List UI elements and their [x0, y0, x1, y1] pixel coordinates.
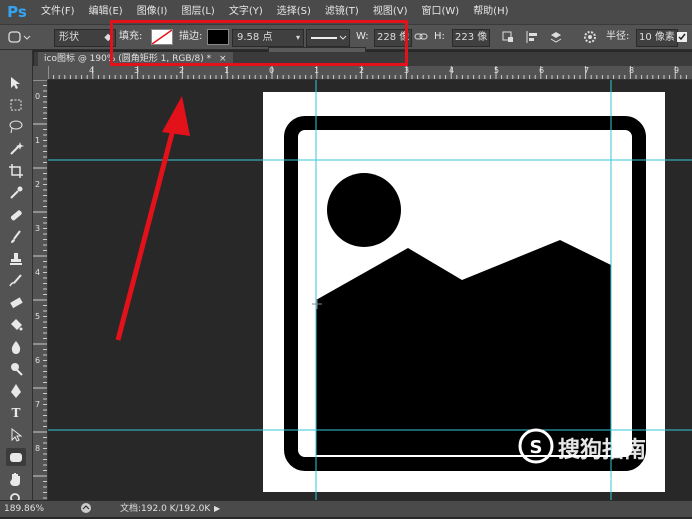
share-icon[interactable] — [80, 502, 92, 514]
menu-window[interactable]: 窗口(W) — [414, 0, 466, 24]
sogou-logo-icon: S — [518, 428, 554, 464]
document-size: 文档:192.0 K/192.0K — [120, 504, 211, 514]
path-operations-icon[interactable] — [500, 29, 516, 45]
ruler-label: 2 — [359, 66, 365, 75]
eraser-icon[interactable] — [6, 294, 26, 312]
ruler-label: 1 — [224, 66, 230, 75]
move-icon[interactable] — [6, 74, 26, 92]
radius-field[interactable]: 10 像素 — [636, 29, 678, 47]
ruler-ticks-h — [48, 66, 687, 79]
zoom-level[interactable]: 189.86% — [4, 502, 44, 516]
lasso-icon[interactable] — [6, 118, 26, 136]
ruler-label: 9 — [674, 66, 680, 75]
eyedropper-icon[interactable] — [6, 184, 26, 202]
rounded-rect-preset-icon — [8, 31, 31, 43]
watermark: S 搜狗指南 zhinan.sogou.com — [518, 428, 688, 494]
magic-wand-icon[interactable] — [6, 140, 26, 158]
red-arrow-head — [162, 96, 190, 136]
ruler-label: 4 — [449, 66, 455, 75]
highlight-box — [110, 20, 408, 66]
path-alignment-icon[interactable] — [524, 29, 540, 45]
ruler-label: 2 — [179, 66, 185, 75]
red-arrow-shaft — [115, 117, 179, 341]
tool-preset-picker[interactable] — [6, 29, 32, 45]
vertical-ruler[interactable]: 0 1 2 3 4 5 6 7 8 — [33, 80, 48, 500]
ruler-label: 6 — [35, 356, 41, 365]
ruler-label: 1 — [35, 136, 41, 145]
ruler-corner — [33, 66, 48, 80]
tools-panel: T — [0, 50, 33, 506]
height-field[interactable]: 223 像 — [452, 29, 490, 47]
gear-icon[interactable] — [582, 29, 598, 45]
mode-select-value: 形状 — [59, 32, 79, 43]
ruler-label: 4 — [35, 268, 41, 277]
horizontal-ruler[interactable]: 4 3 2 1 0 1 2 3 4 5 6 7 8 9 — [48, 66, 692, 80]
ruler-label: 3 — [35, 224, 41, 233]
menu-help[interactable]: 帮助(H) — [466, 0, 515, 24]
rounded-rect-icon[interactable] — [6, 448, 26, 466]
height-label: H: — [434, 31, 445, 42]
ruler-label: 6 — [539, 66, 545, 75]
radius-label: 半径: — [606, 31, 630, 42]
type-icon[interactable]: T — [6, 404, 26, 422]
brush-icon[interactable] — [6, 228, 26, 246]
photoshop-logo: Ps — [7, 3, 27, 21]
mode-select[interactable]: 形状 ◆ — [54, 29, 116, 47]
dodge-icon[interactable] — [6, 360, 26, 378]
align-edges-checkbox[interactable] — [676, 29, 690, 45]
checkbox-checked-icon — [677, 32, 687, 42]
ruler-label: 0 — [35, 92, 41, 101]
blur-icon[interactable] — [6, 338, 26, 356]
status-menu-icon[interactable]: ▶ — [214, 502, 220, 516]
ruler-label: 1 — [314, 66, 320, 75]
menu-file[interactable]: 文件(F) — [34, 0, 82, 24]
crop-icon[interactable] — [6, 162, 26, 180]
marquee-icon[interactable] — [6, 96, 26, 114]
sun-circle — [327, 173, 401, 247]
radius-value: 10 像素 — [639, 32, 675, 43]
history-brush-icon[interactable] — [6, 272, 26, 290]
stamp-icon[interactable] — [6, 250, 26, 268]
ruler-label: 8 — [629, 66, 635, 75]
watermark-brand: 搜狗指南 — [558, 438, 647, 463]
ruler-label: 3 — [134, 66, 140, 75]
healing-icon[interactable] — [6, 206, 26, 224]
path-select-icon[interactable] — [6, 426, 26, 444]
hand-icon[interactable] — [6, 470, 26, 488]
status-bar: 189.86% 文档:192.0 K/192.0K ▶ — [0, 500, 692, 517]
bucket-icon[interactable] — [6, 316, 26, 334]
ruler-label: 4 — [89, 66, 95, 75]
svg-text:S: S — [530, 437, 543, 458]
canvas-workspace[interactable]: S 搜狗指南 zhinan.sogou.com — [48, 80, 692, 500]
ruler-label: 2 — [35, 180, 41, 189]
ruler-label: 7 — [584, 66, 590, 75]
ruler-label: 3 — [404, 66, 410, 75]
watermark-url: zhinan.sogou.com — [522, 472, 623, 485]
pen-icon[interactable] — [6, 382, 26, 400]
path-arrangement-icon[interactable] — [548, 29, 564, 45]
ruler-label: 7 — [35, 400, 41, 409]
ruler-label: 8 — [35, 444, 41, 453]
ruler-label: 0 — [269, 66, 275, 75]
height-value: 223 像 — [455, 32, 488, 43]
ruler-label: 5 — [494, 66, 500, 75]
link-icon[interactable] — [414, 29, 428, 45]
ruler-label: 5 — [35, 312, 41, 321]
